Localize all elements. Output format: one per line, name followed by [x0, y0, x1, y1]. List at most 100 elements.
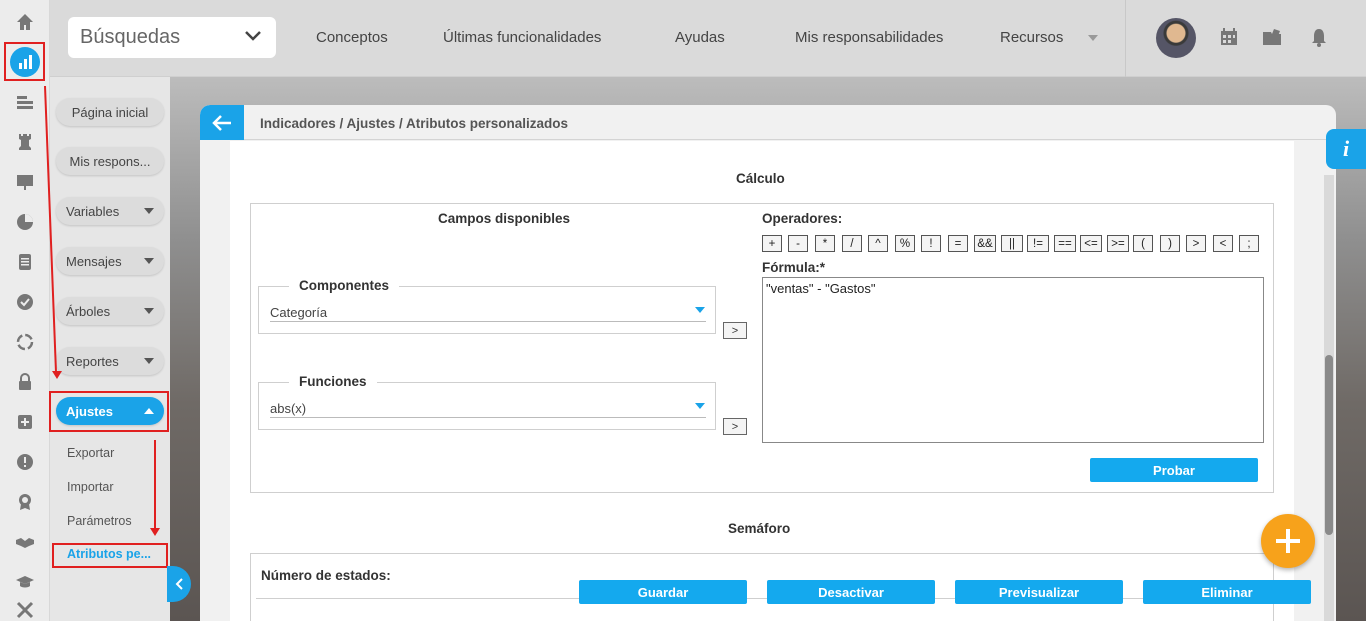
select-underline [270, 417, 706, 418]
info-tab[interactable]: i [1326, 129, 1366, 169]
sidebar-item-arboles[interactable]: Árboles [56, 297, 164, 325]
handshake-icon[interactable] [10, 527, 40, 557]
operator-button[interactable]: ^ [868, 235, 888, 252]
lock-icon[interactable] [10, 367, 40, 397]
search-placeholder: Búsquedas [80, 26, 181, 48]
funciones-select[interactable]: abs(x) [270, 401, 306, 416]
warning-icon[interactable] [10, 447, 40, 477]
operator-button[interactable]: * [815, 235, 835, 252]
operator-button[interactable]: && [974, 235, 996, 252]
guardar-button[interactable]: Guardar [579, 580, 747, 604]
formula-label: Fórmula:* [762, 260, 826, 275]
section-title-calculo: Cálculo [736, 171, 785, 186]
search-dropdown[interactable]: Búsquedas [68, 17, 276, 58]
highlight-box [4, 42, 45, 81]
gantt-icon[interactable] [10, 87, 40, 117]
operator-button[interactable]: % [895, 235, 915, 252]
nav-ayudas[interactable]: Ayudas [675, 29, 725, 46]
operator-button[interactable]: ( [1133, 235, 1153, 252]
sidebar-item-pagina-inicial[interactable]: Página inicial [56, 98, 164, 126]
nav-mis-responsabilidades[interactable]: Mis responsabilidades [795, 29, 943, 46]
sidebar-item-variables[interactable]: Variables [56, 197, 164, 225]
graduation-cap-icon[interactable] [10, 567, 40, 597]
sidebar-item-label: Reportes [66, 353, 119, 369]
submenu-exportar[interactable]: Exportar [67, 446, 114, 460]
operator-button[interactable]: || [1001, 235, 1023, 252]
chess-rook-icon[interactable] [10, 127, 40, 157]
arrow-left-icon [212, 114, 231, 131]
scrollbar-thumb[interactable] [1325, 355, 1333, 535]
top-bar: Búsquedas Conceptos Últimas funcionalida… [50, 0, 1366, 77]
sidebar-item-label: Variables [66, 203, 120, 219]
add-fab-button[interactable] [1261, 514, 1315, 568]
componentes-legend: Componentes [289, 278, 400, 293]
form-content: Cálculo Campos disponibles Componentes C… [230, 141, 1294, 621]
sidebar-item-mensajes[interactable]: Mensajes [56, 247, 164, 275]
operator-button[interactable]: + [762, 235, 782, 252]
add-box-icon[interactable] [10, 407, 40, 437]
section-title-semaforo: Semáforo [728, 521, 791, 536]
operator-button[interactable]: == [1054, 235, 1076, 252]
home-icon[interactable] [10, 7, 40, 37]
submenu-parametros[interactable]: Parámetros [67, 514, 132, 528]
highlight-box [49, 391, 169, 432]
operator-button[interactable]: != [1027, 235, 1049, 252]
annotation-line [154, 440, 156, 530]
calculo-box: Campos disponibles Componentes Categoría… [250, 203, 1274, 493]
nav-conceptos[interactable]: Conceptos [316, 29, 388, 46]
operator-button[interactable]: = [948, 235, 968, 252]
operadores-label: Operadores: [762, 211, 843, 226]
nav-recursos[interactable]: Recursos [1000, 29, 1063, 46]
select-underline [270, 321, 706, 322]
avatar[interactable] [1156, 18, 1196, 58]
sidebar-item-reportes[interactable]: Reportes [56, 347, 164, 375]
operator-button[interactable]: - [788, 235, 808, 252]
operator-buttons: + - * / ^ % ! = && || != == <= >= ( ) > … [762, 235, 1262, 253]
annotation-arrow [150, 528, 160, 536]
desactivar-button[interactable]: Desactivar [767, 580, 935, 604]
sidebar-item-mis-responsabilidades[interactable]: Mis respons... [56, 147, 164, 175]
operator-button[interactable]: < [1213, 235, 1233, 252]
formula-textarea[interactable]: "ventas" - "Gastos" [762, 277, 1264, 443]
folders-icon[interactable] [1261, 26, 1283, 48]
operator-button[interactable]: <= [1080, 235, 1102, 252]
award-icon[interactable] [10, 487, 40, 517]
chevron-left-icon [175, 578, 183, 590]
recursos-caret-icon [1088, 35, 1098, 41]
sidebar-item-label: Página inicial [71, 104, 149, 120]
presentation-icon[interactable] [10, 167, 40, 197]
caret-down-icon [144, 258, 154, 264]
main-panel: Indicadores / Ajustes / Atributos person… [200, 105, 1336, 621]
probar-button[interactable]: Probar [1090, 458, 1258, 482]
operator-button[interactable]: ; [1239, 235, 1259, 252]
back-button[interactable] [200, 105, 244, 140]
check-circle-icon[interactable] [10, 287, 40, 317]
cycle-icon[interactable] [10, 327, 40, 357]
operator-button[interactable]: ) [1160, 235, 1180, 252]
operator-button[interactable]: / [842, 235, 862, 252]
document-list-icon[interactable] [10, 247, 40, 277]
breadcrumb: Indicadores / Ajustes / Atributos person… [260, 116, 569, 131]
bell-icon[interactable] [1308, 26, 1330, 48]
sidebar-menu: Página inicial Mis respons... Variables … [50, 77, 170, 621]
previsualizar-button[interactable]: Previsualizar [955, 580, 1123, 604]
componentes-select[interactable]: Categoría [270, 305, 327, 320]
highlight-box [52, 543, 168, 568]
tools-icon[interactable] [10, 595, 40, 621]
caret-down-icon [144, 308, 154, 314]
sidebar-item-label: Árboles [66, 303, 111, 319]
add-componente-button[interactable]: > [723, 322, 747, 339]
operator-button[interactable]: ! [921, 235, 941, 252]
caret-down-icon [144, 358, 154, 364]
submenu-importar[interactable]: Importar [67, 480, 114, 494]
dropdown-arrow-icon[interactable] [695, 403, 705, 409]
add-funcion-button[interactable]: > [723, 418, 747, 435]
pie-chart-icon[interactable] [10, 207, 40, 237]
calendar-icon[interactable] [1218, 26, 1240, 48]
operator-button[interactable]: > [1186, 235, 1206, 252]
sidebar-item-label: Mensajes [66, 253, 122, 269]
operator-button[interactable]: >= [1107, 235, 1129, 252]
nav-ultimas-funcionalidades[interactable]: Últimas funcionalidades [443, 29, 601, 46]
dropdown-arrow-icon[interactable] [695, 307, 705, 313]
eliminar-button[interactable]: Eliminar [1143, 580, 1311, 604]
